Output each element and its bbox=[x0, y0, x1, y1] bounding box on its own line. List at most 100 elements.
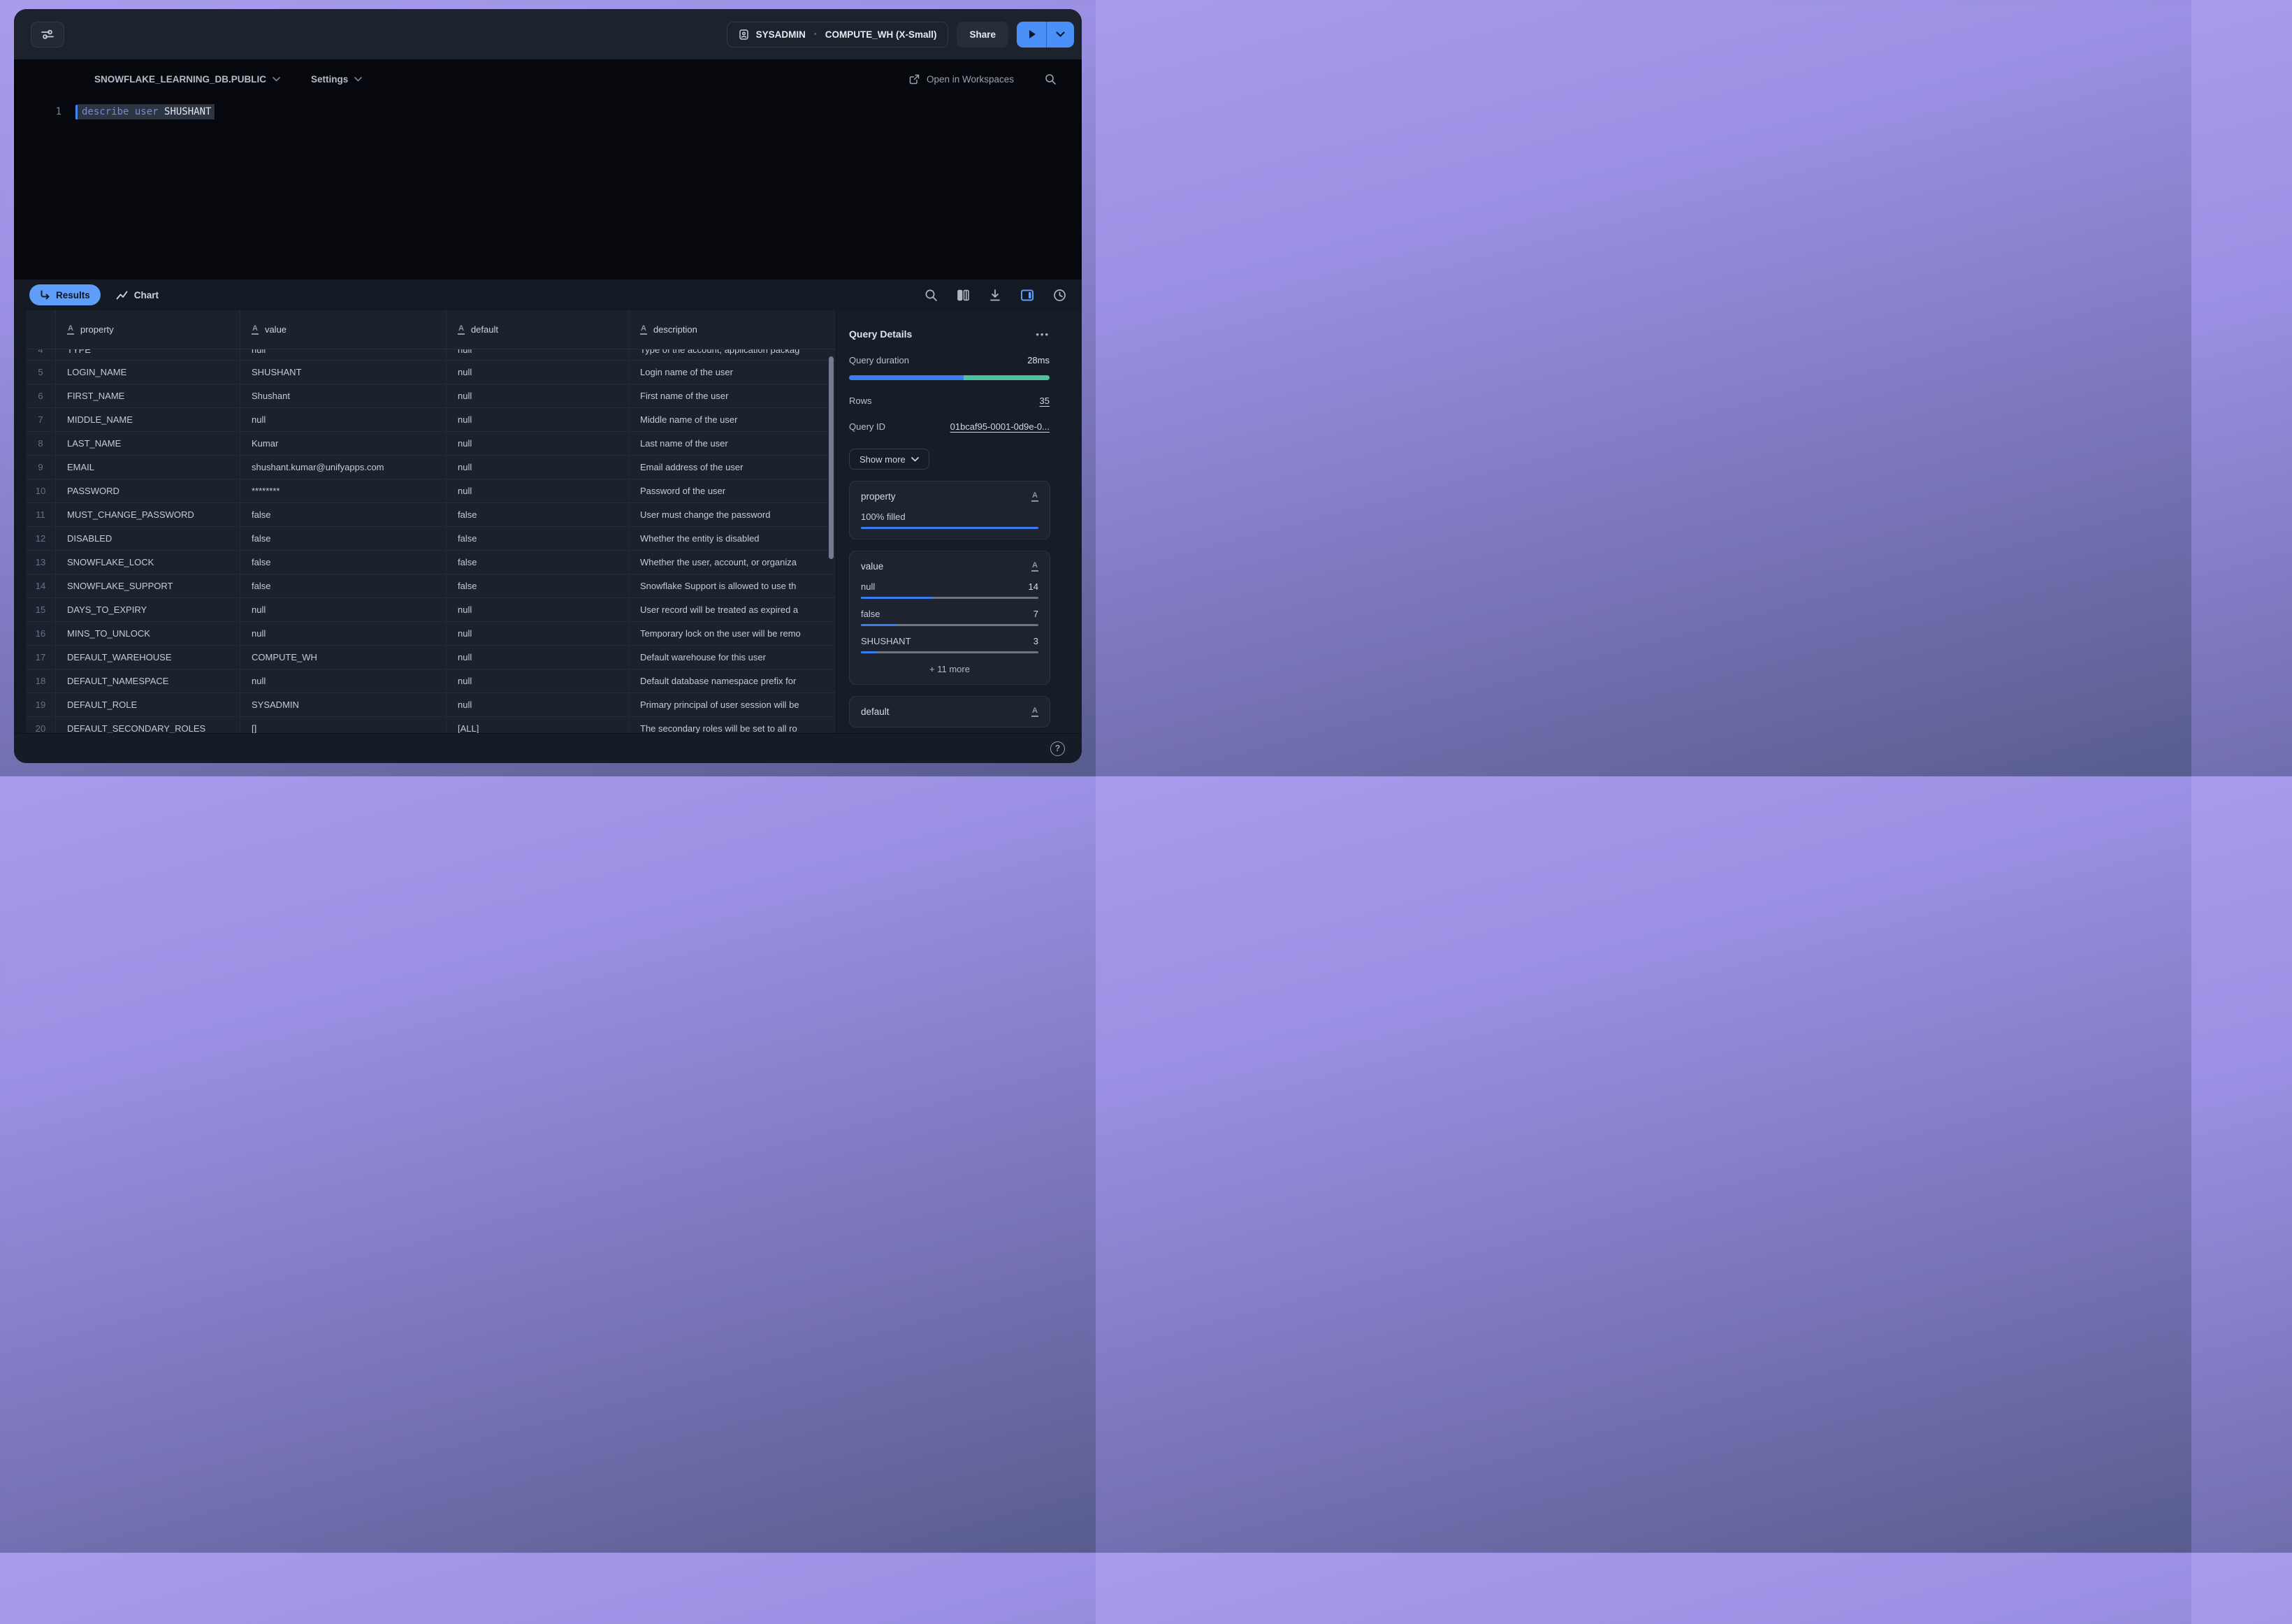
cell-default[interactable]: null bbox=[446, 693, 628, 716]
cell-property[interactable]: MUST_CHANGE_PASSWORD bbox=[55, 503, 240, 526]
cell-property[interactable]: DAYS_TO_EXPIRY bbox=[55, 598, 240, 621]
download-icon[interactable] bbox=[989, 289, 1001, 302]
table-row[interactable]: 10PASSWORD********nullPassword of the us… bbox=[26, 479, 836, 503]
cell-description[interactable]: Primary principal of user session will b… bbox=[628, 693, 836, 716]
cell-default[interactable]: null bbox=[446, 408, 628, 431]
cell-property[interactable]: DEFAULT_NAMESPACE bbox=[55, 669, 240, 693]
cell-property[interactable]: EMAIL bbox=[55, 456, 240, 479]
history-clock-icon[interactable] bbox=[1053, 289, 1066, 302]
column-header-default[interactable]: A default bbox=[446, 310, 628, 349]
cell-default[interactable]: null bbox=[446, 349, 628, 360]
cell-description[interactable]: Snowflake Support is allowed to use th bbox=[628, 574, 836, 597]
cell-value[interactable]: Kumar bbox=[240, 432, 446, 455]
row-number[interactable]: 6 bbox=[26, 384, 55, 407]
row-number[interactable]: 9 bbox=[26, 456, 55, 479]
cell-default[interactable]: null bbox=[446, 361, 628, 384]
cell-description[interactable]: Temporary lock on the user will be remo bbox=[628, 622, 836, 645]
editor-search-icon[interactable] bbox=[1045, 73, 1057, 85]
more-options-icon[interactable]: ••• bbox=[1036, 329, 1050, 340]
table-row[interactable]: 4TYPEnullnullType of the account, applic… bbox=[26, 349, 836, 361]
results-search-icon[interactable] bbox=[924, 289, 938, 302]
tab-results[interactable]: Results bbox=[29, 284, 101, 305]
database-schema-selector[interactable]: SNOWFLAKE_LEARNING_DB.PUBLIC bbox=[94, 74, 280, 85]
run-query-button[interactable] bbox=[1017, 22, 1046, 48]
row-number[interactable]: 18 bbox=[26, 669, 55, 693]
row-number[interactable]: 17 bbox=[26, 646, 55, 669]
cell-default[interactable]: null bbox=[446, 622, 628, 645]
cell-property[interactable]: SNOWFLAKE_SUPPORT bbox=[55, 574, 240, 597]
cell-default[interactable]: false bbox=[446, 527, 628, 550]
cell-description[interactable]: Type of the account, application packag bbox=[628, 349, 836, 360]
cell-property[interactable]: TYPE bbox=[55, 349, 240, 360]
cell-value[interactable]: null bbox=[240, 408, 446, 431]
column-profile-card-property[interactable]: property A 100% filled bbox=[849, 481, 1050, 539]
cell-property[interactable]: PASSWORD bbox=[55, 479, 240, 502]
row-number[interactable]: 16 bbox=[26, 622, 55, 645]
column-profile-card-value[interactable]: value A null14false7SHUSHANT3 + 11 more bbox=[849, 551, 1050, 685]
table-row[interactable]: 18DEFAULT_NAMESPACEnullnullDefault datab… bbox=[26, 669, 836, 693]
cell-default[interactable]: false bbox=[446, 574, 628, 597]
cell-description[interactable]: User must change the password bbox=[628, 503, 836, 526]
cell-default[interactable]: false bbox=[446, 551, 628, 574]
worksheet-config-button[interactable] bbox=[31, 22, 64, 48]
cell-value[interactable]: shushant.kumar@unifyapps.com bbox=[240, 456, 446, 479]
cell-description[interactable]: The secondary roles will be set to all r… bbox=[628, 717, 836, 733]
row-number[interactable]: 4 bbox=[26, 349, 55, 360]
cell-property[interactable]: LAST_NAME bbox=[55, 432, 240, 455]
cell-description[interactable]: Default warehouse for this user bbox=[628, 646, 836, 669]
table-row[interactable]: 12DISABLEDfalsefalseWhether the entity i… bbox=[26, 527, 836, 551]
table-row[interactable]: 6FIRST_NAMEShushantnullFirst name of the… bbox=[26, 384, 836, 408]
role-warehouse-selector[interactable]: SYSADMIN • COMPUTE_WH (X-Small) bbox=[727, 22, 949, 48]
cell-value[interactable]: false bbox=[240, 503, 446, 526]
open-in-workspaces-button[interactable]: Open in Workspaces bbox=[909, 74, 1014, 85]
table-row[interactable]: 14SNOWFLAKE_SUPPORTfalsefalseSnowflake S… bbox=[26, 574, 836, 598]
table-row[interactable]: 11MUST_CHANGE_PASSWORDfalsefalseUser mus… bbox=[26, 503, 836, 527]
row-number[interactable]: 5 bbox=[26, 361, 55, 384]
table-row[interactable]: 16MINS_TO_UNLOCKnullnullTemporary lock o… bbox=[26, 622, 836, 646]
cell-value[interactable]: false bbox=[240, 551, 446, 574]
cell-default[interactable]: [ALL] bbox=[446, 717, 628, 733]
cell-default[interactable]: null bbox=[446, 646, 628, 669]
cell-property[interactable]: DEFAULT_WAREHOUSE bbox=[55, 646, 240, 669]
cell-default[interactable]: false bbox=[446, 503, 628, 526]
cell-description[interactable]: Last name of the user bbox=[628, 432, 836, 455]
row-number[interactable]: 8 bbox=[26, 432, 55, 455]
value-distribution-row[interactable]: false7 bbox=[861, 609, 1038, 626]
cell-value[interactable]: null bbox=[240, 598, 446, 621]
rows-count-link[interactable]: 35 bbox=[1040, 396, 1050, 406]
table-row[interactable]: 9EMAILshushant.kumar@unifyapps.comnullEm… bbox=[26, 456, 836, 479]
cell-description[interactable]: Email address of the user bbox=[628, 456, 836, 479]
cell-property[interactable]: FIRST_NAME bbox=[55, 384, 240, 407]
cell-description[interactable]: Password of the user bbox=[628, 479, 836, 502]
column-header-value[interactable]: A value bbox=[240, 310, 446, 349]
show-more-button[interactable]: Show more bbox=[849, 449, 929, 470]
table-row[interactable]: 15DAYS_TO_EXPIRYnullnullUser record will… bbox=[26, 598, 836, 622]
row-number[interactable]: 13 bbox=[26, 551, 55, 574]
cell-property[interactable]: MIDDLE_NAME bbox=[55, 408, 240, 431]
row-number[interactable]: 20 bbox=[26, 717, 55, 733]
query-id-link[interactable]: 01bcaf95-0001-0d9e-0... bbox=[950, 421, 1050, 432]
cell-description[interactable]: Middle name of the user bbox=[628, 408, 836, 431]
row-number[interactable]: 19 bbox=[26, 693, 55, 716]
cell-value[interactable]: null bbox=[240, 622, 446, 645]
cell-value[interactable]: false bbox=[240, 574, 446, 597]
split-panel-icon[interactable] bbox=[1020, 289, 1034, 302]
cell-description[interactable]: First name of the user bbox=[628, 384, 836, 407]
table-vertical-scrollbar[interactable] bbox=[829, 356, 834, 559]
table-row[interactable]: 19DEFAULT_ROLESYSADMINnullPrimary princi… bbox=[26, 693, 836, 717]
cell-property[interactable]: DISABLED bbox=[55, 527, 240, 550]
cell-property[interactable]: SNOWFLAKE_LOCK bbox=[55, 551, 240, 574]
cell-property[interactable]: MINS_TO_UNLOCK bbox=[55, 622, 240, 645]
column-header-description[interactable]: A description bbox=[628, 310, 836, 349]
cell-property[interactable]: DEFAULT_SECONDARY_ROLES bbox=[55, 717, 240, 733]
row-number[interactable]: 14 bbox=[26, 574, 55, 597]
row-number[interactable]: 15 bbox=[26, 598, 55, 621]
cell-description[interactable]: User record will be treated as expired a bbox=[628, 598, 836, 621]
cell-default[interactable]: null bbox=[446, 479, 628, 502]
cell-default[interactable]: null bbox=[446, 669, 628, 693]
tab-chart[interactable]: Chart bbox=[116, 290, 159, 300]
table-row[interactable]: 20DEFAULT_SECONDARY_ROLES[][ALL]The seco… bbox=[26, 717, 836, 733]
cell-property[interactable]: LOGIN_NAME bbox=[55, 361, 240, 384]
value-distribution-row[interactable]: SHUSHANT3 bbox=[861, 636, 1038, 653]
cell-default[interactable]: null bbox=[446, 456, 628, 479]
